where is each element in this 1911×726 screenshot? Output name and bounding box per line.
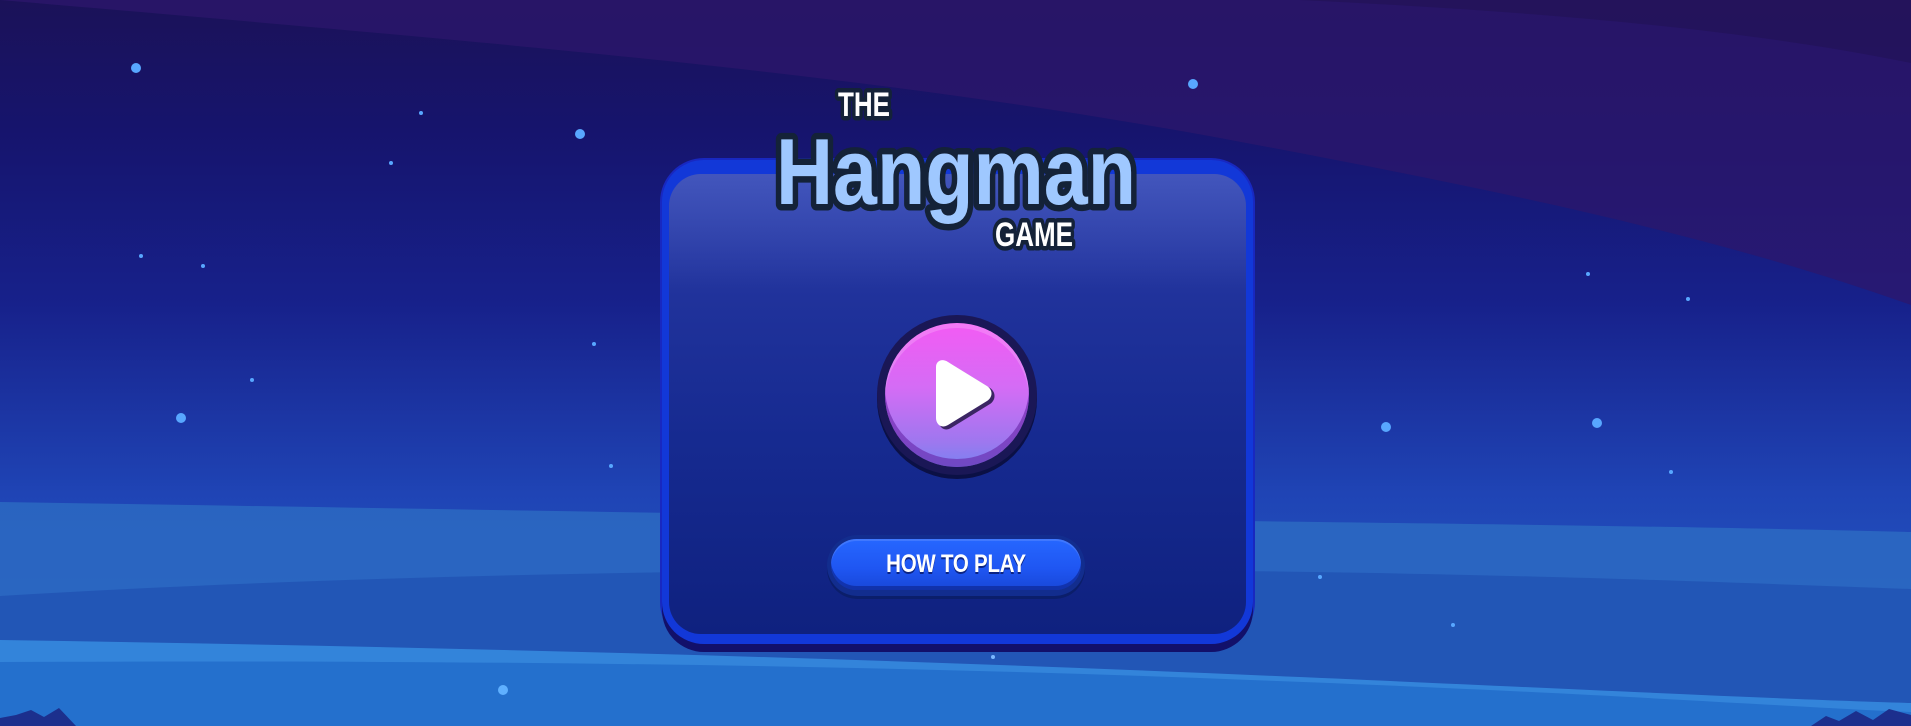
star (1686, 297, 1690, 301)
how-to-play-button-face: HOW TO PLAY (831, 539, 1081, 590)
play-button[interactable] (877, 315, 1037, 475)
play-icon (936, 360, 995, 430)
star (592, 342, 596, 346)
game-screen: THE Hangman GAME HOW TO PLAY (0, 0, 1911, 726)
star (575, 129, 585, 139)
star (609, 464, 613, 468)
play-button-face (885, 323, 1029, 467)
how-to-play-label: HOW TO PLAY (886, 550, 1026, 578)
star (1381, 422, 1391, 432)
how-to-play-button[interactable]: HOW TO PLAY (827, 535, 1085, 596)
star (1586, 272, 1590, 276)
star (1451, 623, 1455, 627)
star (139, 254, 143, 258)
star (1592, 418, 1602, 428)
logo-hangman-text: Hangman (776, 119, 1136, 224)
star (389, 161, 393, 165)
star (991, 655, 995, 659)
star (176, 413, 186, 423)
star (1188, 79, 1198, 89)
star (131, 63, 141, 73)
star (498, 685, 508, 695)
star (1318, 575, 1322, 579)
star (1669, 470, 1673, 474)
star (201, 264, 205, 268)
logo-game-text: GAME (995, 216, 1073, 254)
star (250, 378, 254, 382)
star (419, 111, 423, 115)
hangman-logo: THE Hangman GAME (768, 76, 1143, 264)
